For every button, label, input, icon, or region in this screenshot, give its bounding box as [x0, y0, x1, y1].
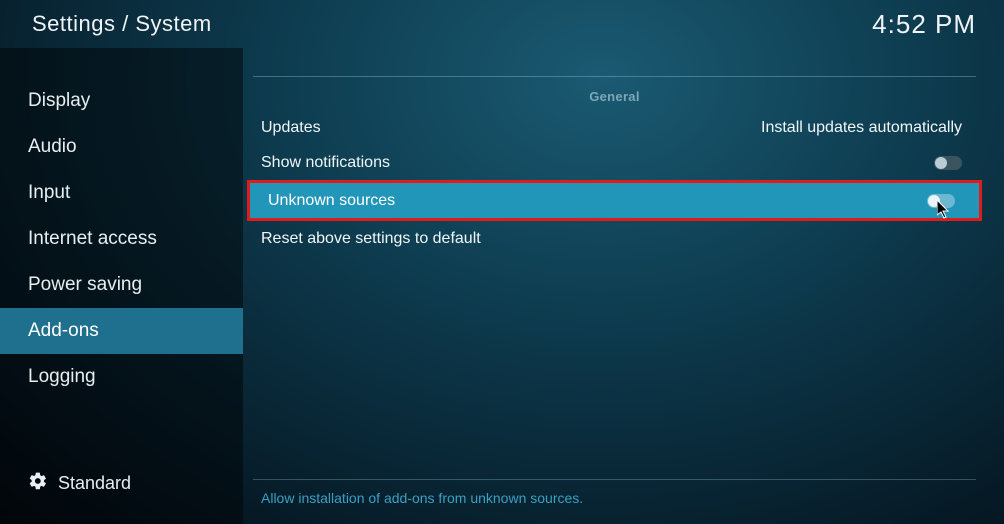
breadcrumb: Settings / System [32, 11, 212, 37]
clock: 4:52 PM [872, 9, 976, 40]
settings-level-label: Standard [58, 473, 131, 494]
gear-icon [28, 471, 48, 496]
footer-hint: Allow installation of add-ons from unkno… [253, 490, 976, 506]
row-updates[interactable]: Updates Install updates automatically [243, 110, 986, 145]
sidebar-item-label: Input [28, 182, 70, 203]
sidebar-item-input[interactable]: Input [0, 170, 243, 216]
sidebar-item-internet-access[interactable]: Internet access [0, 216, 243, 262]
footer: Allow installation of add-ons from unkno… [253, 479, 976, 506]
sidebar: Display Audio Input Internet access Powe… [0, 48, 243, 524]
toggle-off-icon[interactable] [934, 156, 962, 170]
row-label: Show notifications [261, 154, 390, 172]
sidebar-item-label: Logging [28, 366, 96, 387]
row-label: Reset above settings to default [261, 230, 481, 248]
divider [253, 479, 976, 480]
toggle-off-icon[interactable] [927, 194, 955, 208]
sidebar-item-label: Power saving [28, 274, 142, 295]
section-header-general: General [243, 89, 986, 104]
sidebar-item-add-ons[interactable]: Add-ons [0, 308, 243, 354]
sidebar-item-power-saving[interactable]: Power saving [0, 262, 243, 308]
sidebar-item-label: Internet access [28, 228, 157, 249]
sidebar-item-logging[interactable]: Logging [0, 354, 243, 400]
row-unknown-sources[interactable]: Unknown sources [250, 183, 979, 218]
settings-level-button[interactable]: Standard [0, 471, 243, 524]
highlight-annotation: Unknown sources [247, 180, 982, 221]
header: Settings / System 4:52 PM [0, 0, 1004, 48]
main-panel: General Updates Install updates automati… [243, 48, 986, 524]
row-show-notifications[interactable]: Show notifications [243, 145, 986, 180]
sidebar-item-label: Add-ons [28, 320, 99, 341]
row-reset-defaults[interactable]: Reset above settings to default [243, 221, 986, 256]
row-value: Install updates automatically [761, 119, 962, 137]
row-label: Unknown sources [268, 192, 395, 210]
sidebar-item-display[interactable]: Display [0, 78, 243, 124]
sidebar-item-audio[interactable]: Audio [0, 124, 243, 170]
row-label: Updates [261, 119, 321, 137]
divider [253, 76, 976, 77]
sidebar-item-label: Audio [28, 136, 77, 157]
sidebar-item-label: Display [28, 90, 90, 111]
